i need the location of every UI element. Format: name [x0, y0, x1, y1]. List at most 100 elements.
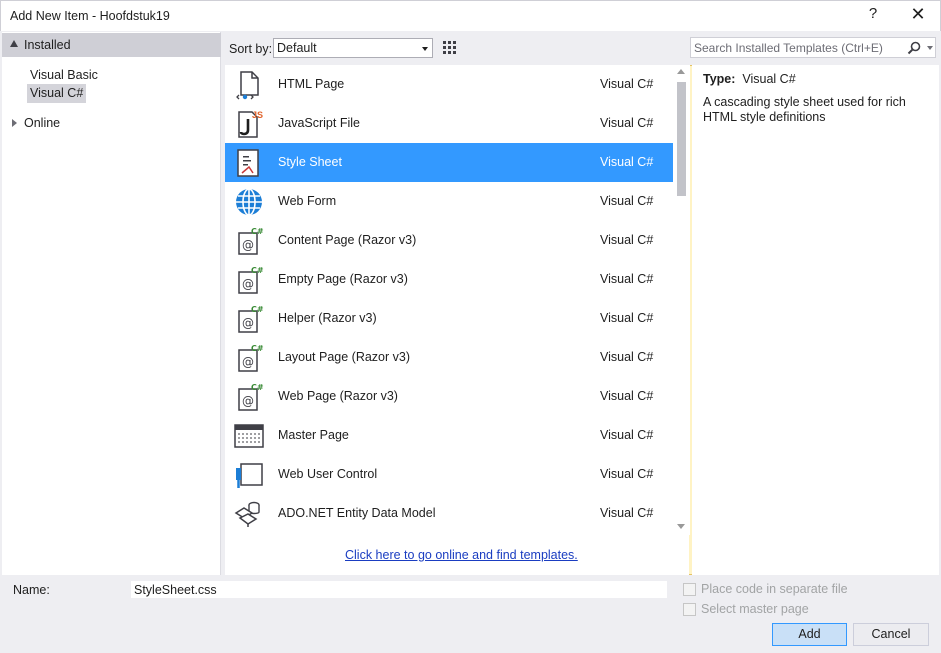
- style-sheet-icon: [237, 149, 259, 177]
- html-page-icon: [236, 71, 259, 100]
- category-tree: Installed Visual Basic Visual C# Online: [2, 32, 221, 575]
- razor-page-icon: @ C#: [238, 266, 264, 294]
- template-row-helper-razor[interactable]: @ C# Helper (Razor v3) Visual C#: [225, 299, 673, 338]
- search-icon[interactable]: [907, 41, 921, 55]
- template-name: Master Page: [278, 428, 349, 442]
- template-language: Visual C#: [600, 155, 654, 169]
- template-description: A cascading style sheet used for rich HT…: [703, 95, 906, 124]
- template-search-box[interactable]: [690, 37, 936, 58]
- help-button[interactable]: ?: [863, 5, 883, 27]
- template-row-javascript-file[interactable]: JS JavaScript File Visual C#: [225, 104, 673, 143]
- tree-item-visual-csharp[interactable]: Visual C#: [27, 84, 87, 103]
- sort-label: Sort by:: [229, 42, 273, 56]
- tree-node-online[interactable]: Online: [2, 114, 221, 134]
- javascript-file-icon: JS: [238, 110, 263, 138]
- template-row-layout-page-razor[interactable]: @ C# Layout Page (Razor v3) Visual C#: [225, 338, 673, 377]
- template-name: Style Sheet: [278, 155, 342, 169]
- template-list-scrollbar[interactable]: [673, 65, 690, 535]
- scroll-up-arrow-icon[interactable]: [677, 69, 685, 74]
- svg-text:C#: C#: [251, 344, 264, 353]
- template-language: Visual C#: [600, 506, 654, 520]
- search-input[interactable]: [694, 39, 900, 56]
- template-language: Visual C#: [600, 389, 654, 403]
- svg-text:@: @: [242, 355, 254, 369]
- svg-text:C#: C#: [251, 266, 264, 275]
- web-user-control-icon: [236, 463, 263, 488]
- template-name: Web User Control: [278, 467, 378, 481]
- template-name: Web Page (Razor v3): [278, 389, 398, 403]
- type-label: Type:: [703, 72, 736, 86]
- tree-node-installed[interactable]: Installed: [2, 33, 221, 57]
- razor-page-icon: @ C#: [238, 305, 264, 333]
- scroll-down-arrow-icon[interactable]: [677, 524, 685, 529]
- place-code-separate-checkbox[interactable]: Place code in separate file: [683, 582, 903, 598]
- template-name: ADO.NET Entity Data Model: [278, 506, 436, 520]
- template-language: Visual C#: [600, 311, 654, 325]
- svg-text:@: @: [242, 316, 254, 330]
- template-list: HTML Page Visual C# JS JavaScript File V…: [225, 65, 689, 575]
- file-name-input[interactable]: [131, 581, 667, 598]
- template-language: Visual C#: [600, 194, 654, 208]
- checkbox-box[interactable]: [683, 603, 696, 616]
- cancel-button[interactable]: Cancel: [853, 623, 929, 646]
- chevron-down-icon: [422, 47, 428, 51]
- sort-dropdown[interactable]: Default: [273, 38, 433, 58]
- template-name: Helper (Razor v3): [278, 311, 377, 325]
- svg-text:C#: C#: [251, 227, 264, 236]
- name-label: Name:: [13, 583, 50, 597]
- web-form-icon: [236, 188, 262, 216]
- collapsed-arrow-icon[interactable]: [12, 119, 17, 127]
- template-row-web-form[interactable]: Web Form Visual C#: [225, 182, 673, 221]
- razor-page-icon: @ C#: [238, 383, 264, 411]
- template-row-empty-page-razor[interactable]: @ C# Empty Page (Razor v3) Visual C#: [225, 260, 673, 299]
- template-name: Layout Page (Razor v3): [278, 350, 411, 364]
- expanded-arrow-icon[interactable]: [10, 40, 18, 47]
- template-language: Visual C#: [600, 350, 654, 364]
- svg-text:@: @: [242, 238, 254, 252]
- checkbox-box[interactable]: [683, 583, 696, 596]
- add-button[interactable]: Add: [772, 623, 847, 646]
- template-language: Visual C#: [600, 272, 654, 286]
- checkbox-label: Place code in separate file: [701, 582, 848, 596]
- template-row-web-user-control[interactable]: Web User Control Visual C#: [225, 455, 673, 494]
- template-row-ado-net-entity-data-model[interactable]: ADO.NET Entity Data Model Visual C#: [225, 494, 673, 533]
- template-row-web-page-razor[interactable]: @ C# Web Page (Razor v3) Visual C#: [225, 377, 673, 416]
- tree-node-label: Installed: [24, 38, 71, 52]
- svg-text:JS: JS: [252, 110, 263, 120]
- svg-text:C#: C#: [251, 383, 264, 392]
- search-options-chevron-icon[interactable]: [927, 46, 933, 50]
- entity-data-model-icon: [234, 501, 260, 527]
- svg-text:@: @: [242, 277, 254, 291]
- grid-view-icon: [443, 41, 456, 54]
- scroll-thumb[interactable]: [677, 82, 686, 196]
- online-templates-link[interactable]: Click here to go online and find templat…: [345, 548, 578, 562]
- template-language: Visual C#: [600, 428, 654, 442]
- template-row-style-sheet[interactable]: Style Sheet Visual C#: [225, 143, 673, 182]
- svg-text:@: @: [242, 394, 254, 408]
- template-type: Type: Visual C#: [703, 72, 796, 86]
- select-master-page-checkbox[interactable]: Select master page: [683, 602, 903, 618]
- razor-page-icon: @ C#: [238, 344, 264, 372]
- title-bar: Add New Item - Hoofdstuk19 ? ✕: [0, 0, 941, 31]
- close-button[interactable]: ✕: [905, 4, 931, 28]
- template-language: Visual C#: [600, 116, 654, 130]
- template-name: JavaScript File: [278, 116, 360, 130]
- template-language: Visual C#: [600, 233, 654, 247]
- sort-value: Default: [277, 41, 317, 55]
- template-language: Visual C#: [600, 77, 654, 91]
- type-value: Visual C#: [742, 72, 796, 86]
- template-language: Visual C#: [600, 467, 654, 481]
- template-row-master-page[interactable]: Master Page Visual C#: [225, 416, 673, 455]
- template-row-html-page[interactable]: HTML Page Visual C#: [225, 65, 673, 104]
- template-name: Web Form: [278, 194, 337, 208]
- razor-page-icon: @ C#: [238, 227, 264, 255]
- tree-node-label: Online: [24, 116, 61, 130]
- template-name: Content Page (Razor v3): [278, 233, 417, 247]
- template-row-content-page-razor[interactable]: @ C# Content Page (Razor v3) Visual C#: [225, 221, 673, 260]
- template-details-pane: Type: Visual C# A cascading style sheet …: [692, 65, 939, 575]
- template-name: Empty Page (Razor v3): [278, 272, 408, 286]
- template-name: HTML Page: [278, 77, 345, 91]
- window-title: Add New Item - Hoofdstuk19: [10, 9, 170, 23]
- tree-item-visual-basic[interactable]: Visual Basic: [27, 66, 101, 85]
- grid-view-button[interactable]: [439, 37, 461, 59]
